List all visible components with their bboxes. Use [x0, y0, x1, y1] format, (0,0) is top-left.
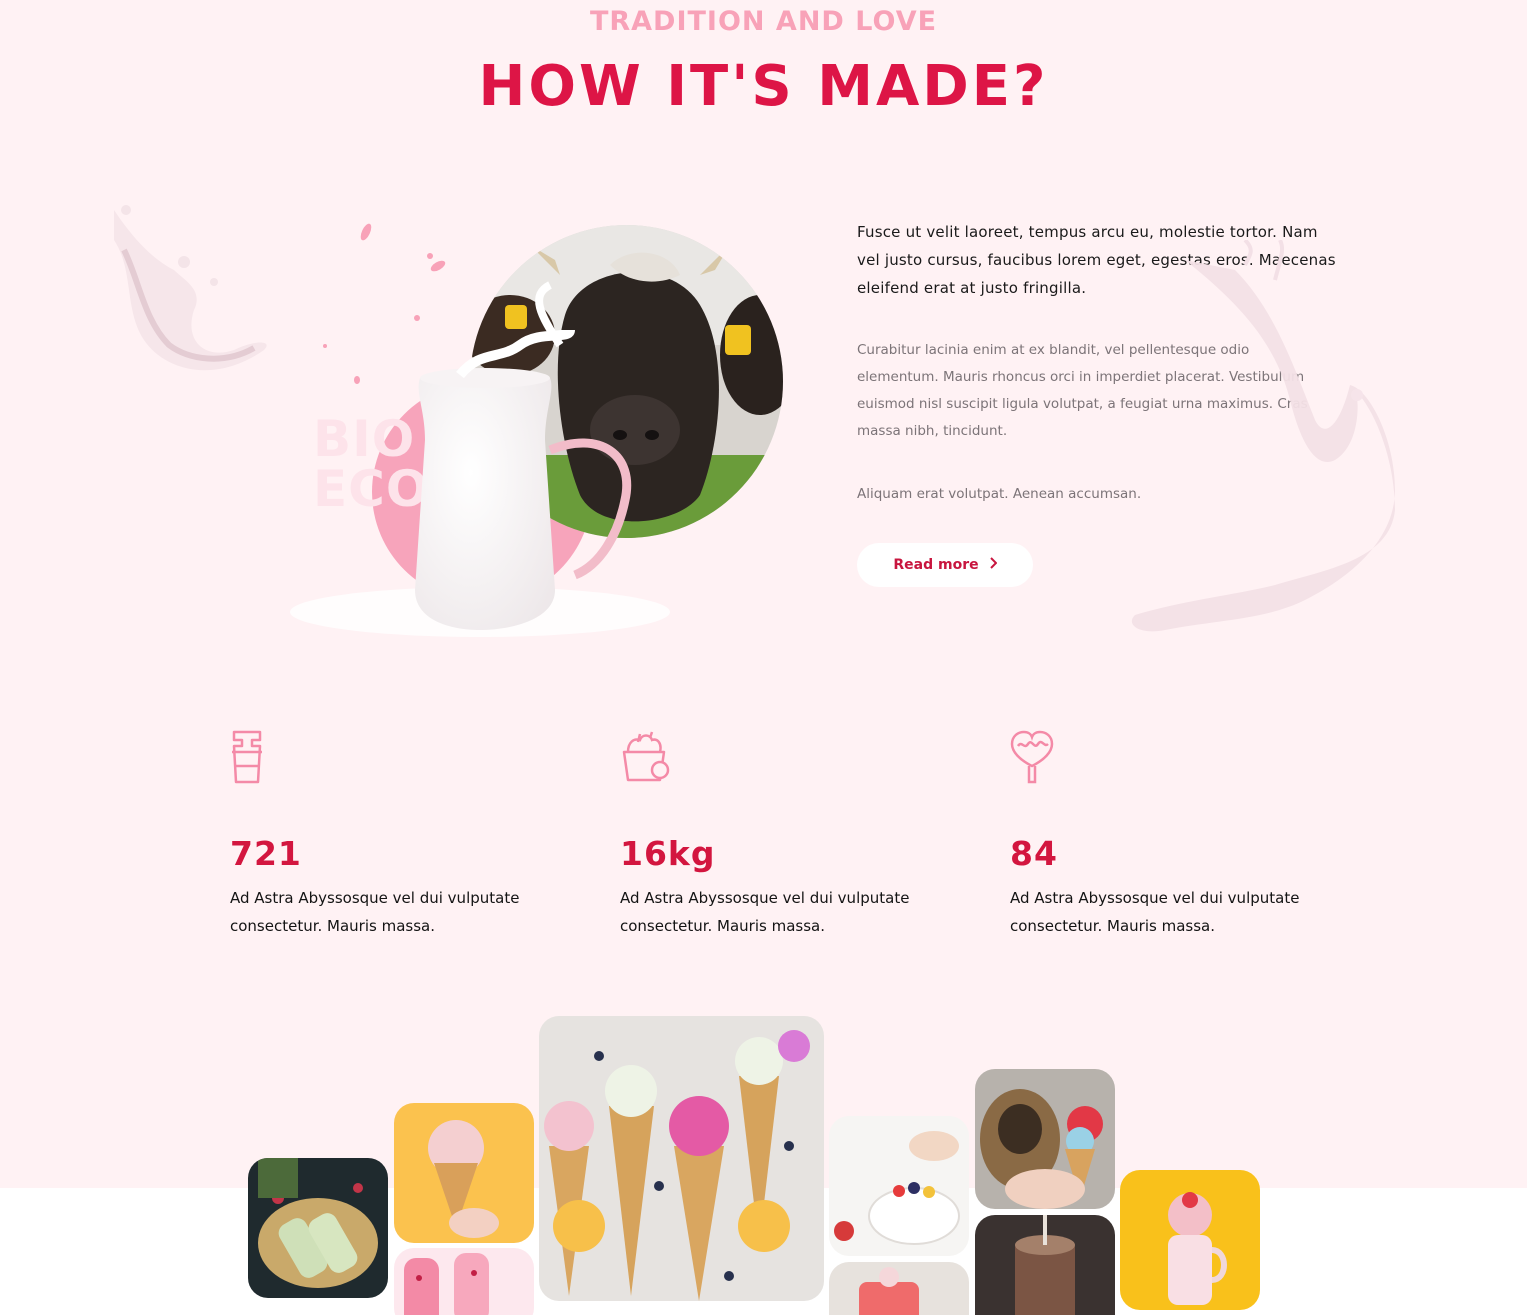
gallery-image-dog-icecream[interactable]	[975, 1069, 1115, 1209]
heart-lollipop-icon	[1010, 730, 1054, 784]
gallery-image-pink-popsicles[interactable]	[394, 1248, 534, 1315]
read-more-button[interactable]: Read more	[857, 543, 1033, 587]
gallery-image-popsicles[interactable]	[248, 1158, 388, 1298]
stat-value: 84	[1010, 834, 1058, 873]
stat-card: 84 Ad Astra Abyssosque vel dui vulputate…	[1010, 730, 1350, 940]
milk-bucket-icon	[232, 730, 262, 784]
read-more-label: Read more	[893, 557, 979, 573]
section-title: HOW IT'S MADE?	[478, 54, 1049, 119]
milk-splash-left-image	[114, 205, 267, 371]
stat-description: Ad Astra Abyssosque vel dui vulputate co…	[620, 889, 910, 935]
stat-description: Ad Astra Abyssosque vel dui vulputate co…	[1010, 889, 1300, 935]
gallery-image-cone-yellow[interactable]	[394, 1103, 534, 1243]
gallery-image-cake[interactable]	[829, 1262, 969, 1315]
gallery-image-chocolate-drink[interactable]	[975, 1215, 1115, 1315]
stat-value: 721	[230, 834, 302, 873]
fruit-basket-icon	[622, 731, 670, 782]
gallery-image-fruit-bowl[interactable]	[829, 1116, 969, 1256]
milk-splash-right-image	[1131, 240, 1395, 632]
stat-value: 16kg	[620, 834, 716, 873]
chevron-right-icon	[989, 557, 998, 573]
stat-card: 721 Ad Astra Abyssosque vel dui vulputat…	[230, 730, 570, 940]
milk-jug-image	[290, 330, 670, 637]
gallery-image-cones-featured[interactable]	[539, 1016, 824, 1301]
gallery-image-milkshake[interactable]	[1120, 1170, 1260, 1310]
section-eyebrow: TRADITION AND LOVE	[589, 6, 938, 37]
stat-description: Ad Astra Abyssosque vel dui vulputate co…	[230, 889, 520, 935]
stat-card: 16kg Ad Astra Abyssosque vel dui vulputa…	[620, 730, 960, 940]
